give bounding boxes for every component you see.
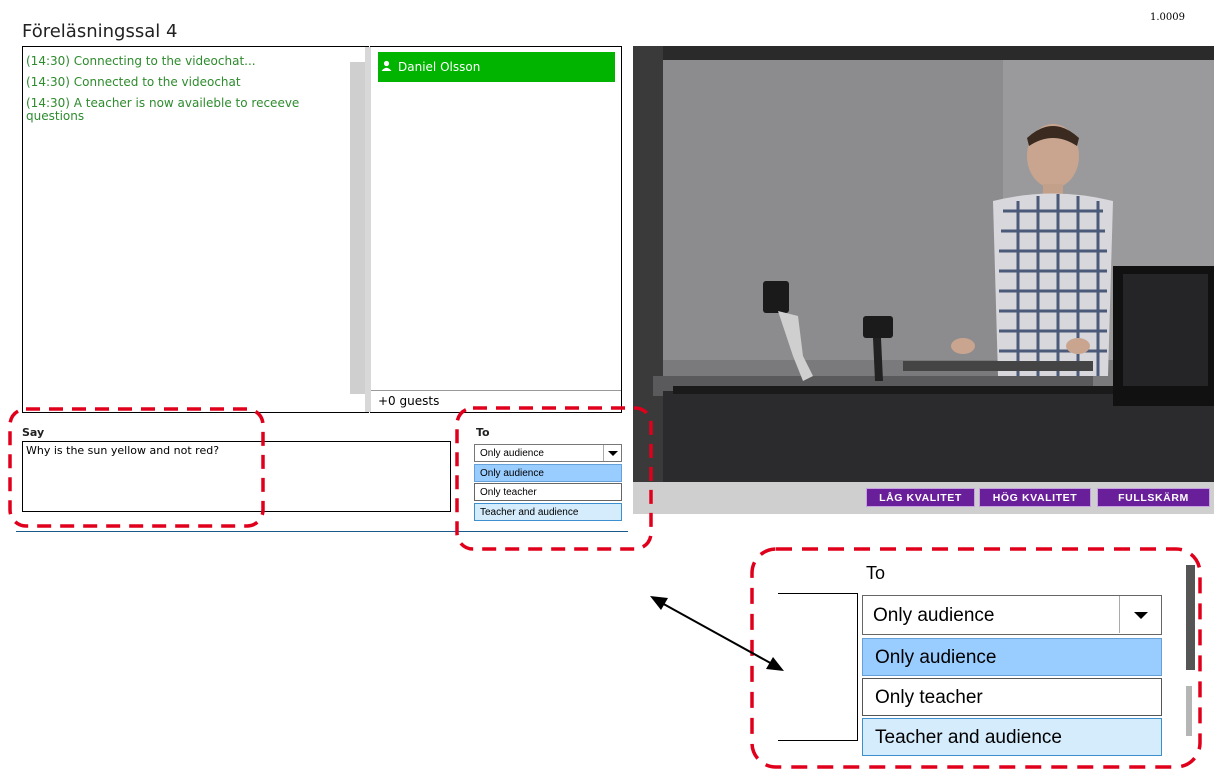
zoom-highlight — [750, 547, 1202, 769]
annotation-overlay — [8, 406, 1202, 769]
say-highlight — [8, 407, 265, 528]
double-arrow-icon — [650, 596, 784, 671]
to-highlight — [455, 406, 653, 551]
